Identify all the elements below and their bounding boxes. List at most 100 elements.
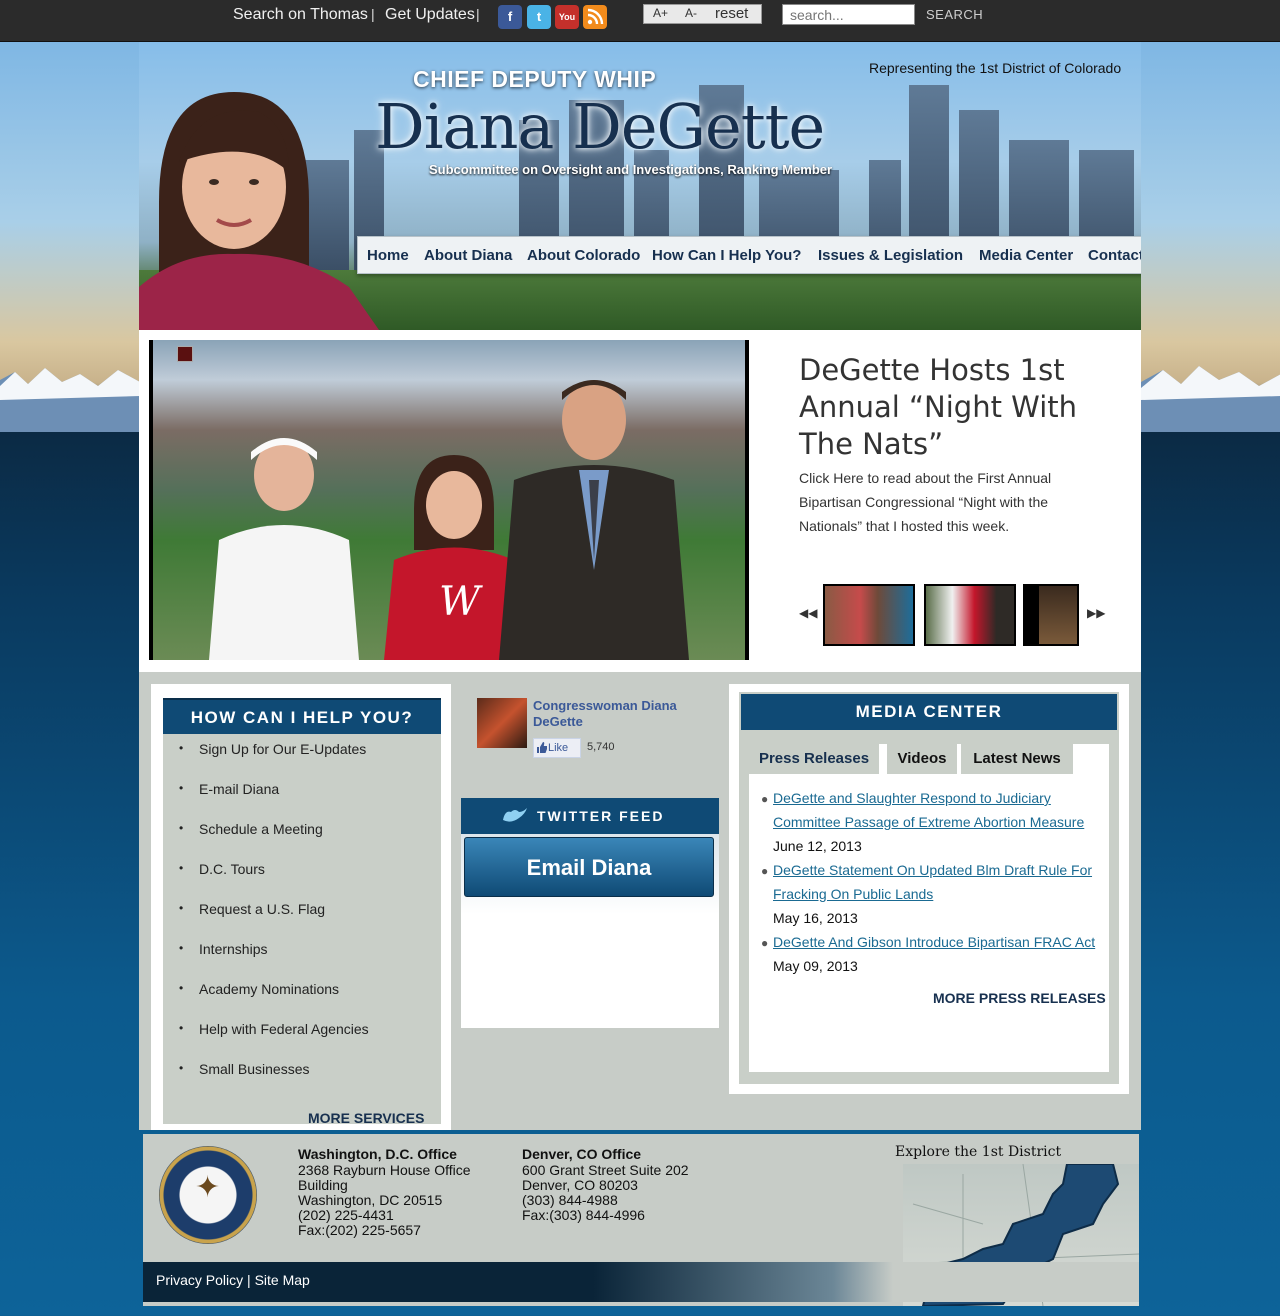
thumbs-up-icon (537, 742, 547, 753)
media-center-heading: MEDIA CENTER (741, 694, 1117, 730)
dc-office-title: Washington, D.C. Office (298, 1146, 457, 1162)
help-item[interactable]: Sign Up for Our E-Updates (199, 741, 366, 757)
font-reset-button[interactable]: reset (715, 5, 748, 22)
font-size-controls: A+ A- reset (643, 4, 762, 24)
press-release-date: June 12, 2013 (773, 838, 862, 854)
font-increase-button[interactable]: A+ (653, 6, 668, 20)
dc-office-line: Fax:(202) 225-5657 (298, 1222, 421, 1238)
fast-forward-icon[interactable]: ▶▶ (1087, 606, 1105, 620)
press-release-link[interactable]: DeGette Statement On Updated Blm Draft R… (773, 858, 1109, 906)
site-title[interactable]: Diana DeGette (375, 90, 825, 163)
featured-photo[interactable]: W (149, 340, 749, 660)
footer-links-separator: | (247, 1272, 251, 1288)
media-center-panel: MEDIA CENTER Press Releases Videos Lates… (729, 684, 1129, 1094)
slider-thumbnail[interactable] (823, 584, 915, 646)
media-tab-panel: Press Releases Videos Latest News ● DeGe… (749, 744, 1109, 1072)
rewind-icon[interactable]: ◀◀ (799, 606, 817, 620)
person-figure (209, 438, 359, 660)
mountain-right-decoration (1141, 366, 1280, 432)
nav-contact[interactable]: Contact (1088, 247, 1141, 264)
privacy-policy-link[interactable]: Privacy Policy (156, 1272, 243, 1288)
subcommittee-subtitle: Subcommittee on Oversight and Investigat… (429, 162, 833, 177)
site-map-link[interactable]: Site Map (255, 1272, 310, 1288)
press-release-link[interactable]: DeGette And Gibson Introduce Bipartisan … (773, 930, 1109, 954)
help-item[interactable]: E-mail Diana (199, 781, 279, 797)
help-item[interactable]: Schedule a Meeting (199, 821, 323, 837)
search-on-thomas-link[interactable]: Search on Thomas (233, 6, 368, 24)
twitter-feed-heading: TWITTER FEED (461, 798, 719, 834)
dc-office-line: Washington, DC 20515 (298, 1192, 443, 1208)
chief-deputy-whip-title: CHIEF DEPUTY WHIP (413, 66, 657, 92)
congresswoman-portrait (139, 92, 379, 330)
tab-press-releases[interactable]: Press Releases (749, 744, 879, 774)
twitter-icon[interactable]: t (527, 5, 551, 29)
denver-office-line: 600 Grant Street Suite 202 (522, 1162, 689, 1178)
main-container: CHIEF DEPUTY WHIP Diana DeGette Subcommi… (139, 42, 1141, 1316)
press-release-link[interactable]: DeGette and Slaughter Respond to Judicia… (773, 786, 1109, 834)
search-button[interactable]: SEARCH (926, 7, 983, 22)
slider-thumbnail[interactable] (1023, 584, 1079, 646)
tab-latest-news[interactable]: Latest News (961, 744, 1073, 774)
dc-office-line: Building (298, 1177, 348, 1193)
site-header: CHIEF DEPUTY WHIP Diana DeGette Subcommi… (139, 42, 1141, 330)
slide-description[interactable]: Click Here to read about the First Annua… (799, 466, 1079, 538)
eagle-icon: ✦ (195, 1171, 221, 1204)
featured-slider: W DeGette Hosts 1st Annual “Night With T… (139, 330, 1141, 672)
dc-office-line: (202) 225-4431 (298, 1207, 394, 1223)
main-navigation: Home About Diana About Colorado How Can … (357, 236, 1141, 274)
help-panel: HOW CAN I HELP YOU? • Sign Up for Our E-… (151, 684, 451, 1130)
mountain-left-decoration (0, 368, 140, 432)
footer-bar: Privacy Policy | Site Map (143, 1262, 1139, 1302)
rss-icon[interactable] (583, 5, 607, 29)
more-services-link[interactable]: MORE SERVICES (308, 1110, 424, 1126)
explore-district-label[interactable]: Explore the 1st District (895, 1144, 1061, 1160)
topbar-separator: | (371, 6, 375, 22)
help-list: • Sign Up for Our E-Updates • E-mail Dia… (163, 734, 441, 1126)
help-item[interactable]: Small Businesses (199, 1061, 310, 1077)
denver-office-line: Fax:(303) 844-4996 (522, 1207, 645, 1223)
press-release-date: May 09, 2013 (773, 958, 858, 974)
nav-how-can-i-help[interactable]: How Can I Help You? (652, 247, 801, 264)
house-seal-logo: ✦ (159, 1146, 257, 1244)
svg-text:W: W (439, 579, 483, 625)
help-heading: HOW CAN I HELP YOU? (163, 698, 441, 734)
denver-office-line: (303) 844-4988 (522, 1192, 618, 1208)
dc-office-line: 2368 Rayburn House Office (298, 1162, 471, 1178)
nav-home[interactable]: Home (367, 247, 409, 264)
facebook-avatar[interactable] (477, 698, 527, 748)
slider-thumbnail[interactable] (924, 584, 1016, 646)
help-item[interactable]: Help with Federal Agencies (199, 1021, 369, 1037)
top-bar: Search on Thomas | Get Updates | f t You… (0, 0, 1280, 42)
help-item[interactable]: Academy Nominations (199, 981, 339, 997)
help-item[interactable]: Request a U.S. Flag (199, 901, 325, 917)
nav-issues-legislation[interactable]: Issues & Legislation (818, 247, 963, 264)
facebook-widget: Congresswoman Diana DeGette Like 5,740 (477, 698, 727, 758)
content-area: HOW CAN I HELP YOU? • Sign Up for Our E-… (139, 672, 1141, 1130)
slider-pause-button[interactable] (177, 346, 193, 362)
press-release-date: May 16, 2013 (773, 910, 858, 926)
denver-office-line: Denver, CO 80203 (522, 1177, 638, 1193)
nav-about-colorado[interactable]: About Colorado (527, 247, 640, 264)
more-press-releases-link[interactable]: MORE PRESS RELEASES (933, 990, 1106, 1006)
help-item[interactable]: D.C. Tours (199, 861, 265, 877)
nav-about-diana[interactable]: About Diana (424, 247, 512, 264)
nav-media-center[interactable]: Media Center (979, 247, 1073, 264)
denver-office-title: Denver, CO Office (522, 1146, 642, 1162)
help-item[interactable]: Internships (199, 941, 267, 957)
facebook-page-name[interactable]: Congresswoman Diana DeGette (533, 698, 723, 730)
facebook-icon[interactable]: f (498, 5, 522, 29)
twitter-bird-icon (503, 808, 527, 822)
facebook-like-count: 5,740 (587, 741, 615, 753)
tab-videos[interactable]: Videos (887, 744, 957, 774)
youtube-icon[interactable]: You (555, 5, 579, 29)
get-updates-link[interactable]: Get Updates (385, 6, 475, 24)
site-footer: ✦ Washington, D.C. Office 2368 Rayburn H… (143, 1134, 1140, 1308)
facebook-like-button[interactable]: Like (533, 738, 581, 758)
district-tagline: Representing the 1st District of Colorad… (869, 60, 1122, 76)
slide-headline[interactable]: DeGette Hosts 1st Annual “Night With The… (799, 352, 1099, 463)
search-input[interactable] (782, 4, 915, 25)
person-figure (499, 380, 689, 660)
topbar-separator: | (476, 6, 480, 22)
font-decrease-button[interactable]: A- (685, 6, 697, 20)
email-diana-button[interactable]: Email Diana (464, 837, 714, 897)
